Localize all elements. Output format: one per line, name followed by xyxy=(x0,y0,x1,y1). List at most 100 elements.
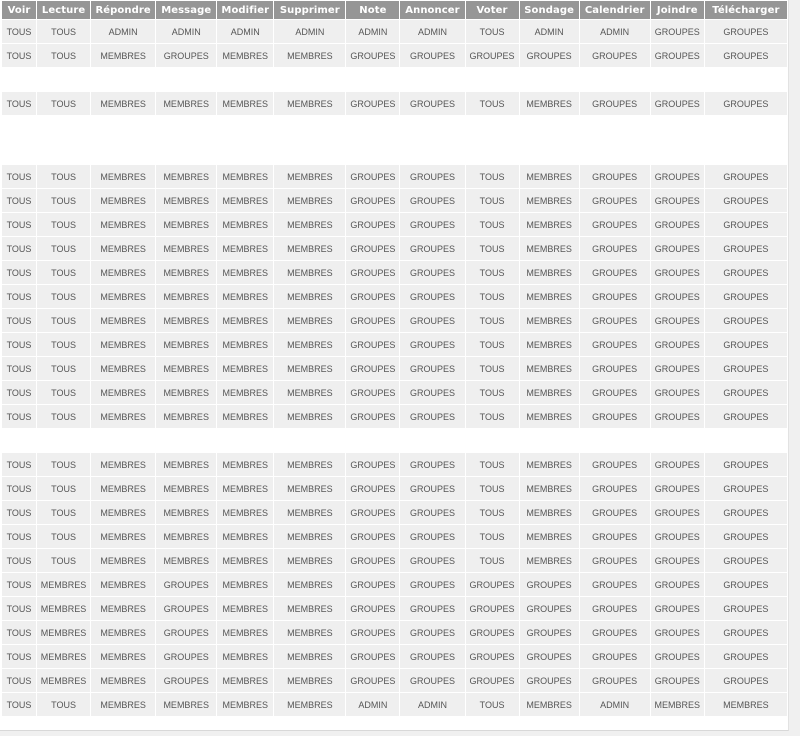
column-header-repondre: Répondre xyxy=(91,1,156,19)
permission-cell: MEMBRES xyxy=(217,189,274,212)
column-header-note: Note xyxy=(346,1,400,19)
table-row: TOUS TOUS MEMBRES MEMBRES MEMBRES MEMBRES GROU… xyxy=(2,357,787,380)
permission-cell: TOUS xyxy=(2,597,37,620)
permission-cell: GROUPES xyxy=(400,645,465,668)
permission-cell: MEMBRES xyxy=(519,549,579,572)
permission-cell: GROUPES xyxy=(346,501,400,524)
permission-cell: MEMBRES xyxy=(156,213,217,236)
spacer-cell xyxy=(400,68,465,91)
permission-cell: GROUPES xyxy=(400,549,465,572)
permission-cell: MEMBRES xyxy=(91,357,156,380)
spacer-cell xyxy=(156,116,217,164)
permission-cell: TOUS xyxy=(2,549,37,572)
permission-cell: MEMBRES xyxy=(217,621,274,644)
table-row: TOUS TOUS MEMBRES GROUPES MEMBRES MEMBRES GROU… xyxy=(2,44,787,67)
permission-cell: MEMBRES xyxy=(156,333,217,356)
permission-cell: MEMBRES xyxy=(217,645,274,668)
permission-cell: GROUPES xyxy=(346,261,400,284)
permission-cell: GROUPES xyxy=(704,405,787,428)
permission-cell: GROUPES xyxy=(650,357,704,380)
permission-cell: MEMBRES xyxy=(91,165,156,188)
permission-cell: GROUPES xyxy=(579,285,650,308)
permission-cell: MEMBRES xyxy=(519,92,579,115)
permission-cell: TOUS xyxy=(465,237,519,260)
permission-cell: ADMIN xyxy=(579,20,650,43)
permission-cell: GROUPES xyxy=(465,44,519,67)
permission-cell: TOUS xyxy=(465,165,519,188)
permission-cell: GROUPES xyxy=(650,669,704,692)
permission-cell: GROUPES xyxy=(704,477,787,500)
spacer-cell xyxy=(465,429,519,452)
permission-cell: GROUPES xyxy=(579,573,650,596)
permission-cell: MEMBRES xyxy=(274,645,346,668)
permission-cell: ADMIN xyxy=(217,20,274,43)
column-header-annoncer: Annoncer xyxy=(400,1,465,19)
permission-cell: TOUS xyxy=(2,261,37,284)
permission-cell: GROUPES xyxy=(519,669,579,692)
spacer-cell xyxy=(400,429,465,452)
permission-cell: MEMBRES xyxy=(274,525,346,548)
permission-cell: ADMIN xyxy=(346,693,400,716)
permission-cell: TOUS xyxy=(2,669,37,692)
permission-cell: GROUPES xyxy=(704,285,787,308)
table-row: TOUS TOUS MEMBRES MEMBRES MEMBRES MEMBRES GROU… xyxy=(2,165,787,188)
permission-cell: ADMIN xyxy=(274,20,346,43)
permission-cell: MEMBRES xyxy=(156,549,217,572)
permission-cell: TOUS xyxy=(2,501,37,524)
permission-cell: TOUS xyxy=(2,405,37,428)
permission-cell: TOUS xyxy=(2,189,37,212)
permission-cell: GROUPES xyxy=(650,237,704,260)
permission-cell: MEMBRES xyxy=(519,405,579,428)
permission-cell: MEMBRES xyxy=(156,165,217,188)
permission-cell: GROUPES xyxy=(156,621,217,644)
permission-cell: MEMBRES xyxy=(91,285,156,308)
permission-cell: GROUPES xyxy=(579,357,650,380)
permission-cell: TOUS xyxy=(465,92,519,115)
permission-cell: MEMBRES xyxy=(274,693,346,716)
permission-cell: GROUPES xyxy=(156,645,217,668)
permission-cell: TOUS xyxy=(2,525,37,548)
permission-cell: GROUPES xyxy=(346,597,400,620)
permission-cell: MEMBRES xyxy=(217,213,274,236)
permission-cell: MEMBRES xyxy=(91,92,156,115)
permissions-panel: Voir Lecture Répondre Message Modifier S… xyxy=(0,0,789,731)
permission-cell: GROUPES xyxy=(346,237,400,260)
permission-cell: GROUPES xyxy=(400,309,465,332)
spacer-cell xyxy=(650,116,704,164)
permission-cell: MEMBRES xyxy=(519,477,579,500)
permission-cell: GROUPES xyxy=(519,621,579,644)
permission-cell: GROUPES xyxy=(579,261,650,284)
spacer-cell xyxy=(579,68,650,91)
permission-cell: GROUPES xyxy=(704,20,787,43)
permission-cell: MEMBRES xyxy=(274,405,346,428)
permission-cell: MEMBRES xyxy=(217,237,274,260)
permission-cell: GROUPES xyxy=(400,525,465,548)
permission-cell: GROUPES xyxy=(650,261,704,284)
permission-cell: MEMBRES xyxy=(274,549,346,572)
permission-cell: MEMBRES xyxy=(156,453,217,476)
permission-cell: MEMBRES xyxy=(217,381,274,404)
permission-cell: MEMBRES xyxy=(91,381,156,404)
permission-cell: MEMBRES xyxy=(156,693,217,716)
table-row: TOUS MEMBRES MEMBRES GROUPES MEMBRES MEMBRES G… xyxy=(2,621,787,644)
permission-cell: GROUPES xyxy=(579,405,650,428)
table-row: TOUS MEMBRES MEMBRES GROUPES MEMBRES MEMBRES G… xyxy=(2,645,787,668)
table-row: TOUS TOUS MEMBRES MEMBRES MEMBRES MEMBRES GROU… xyxy=(2,261,787,284)
permission-cell: MEMBRES xyxy=(274,189,346,212)
permission-cell: MEMBRES xyxy=(650,693,704,716)
permission-cell: GROUPES xyxy=(650,189,704,212)
permission-cell: GROUPES xyxy=(465,597,519,620)
permission-cell: MEMBRES xyxy=(37,621,91,644)
permission-cell: MEMBRES xyxy=(156,189,217,212)
permission-cell: MEMBRES xyxy=(217,405,274,428)
permission-cell: GROUPES xyxy=(346,453,400,476)
permission-cell: MEMBRES xyxy=(274,333,346,356)
permission-cell: GROUPES xyxy=(465,573,519,596)
permission-cell: MEMBRES xyxy=(274,165,346,188)
permission-cell: TOUS xyxy=(2,285,37,308)
table-row: TOUS TOUS MEMBRES MEMBRES MEMBRES MEMBRES GROU… xyxy=(2,189,787,212)
permission-cell: GROUPES xyxy=(400,357,465,380)
permission-cell: GROUPES xyxy=(704,621,787,644)
permission-cell: TOUS xyxy=(465,285,519,308)
permission-cell: MEMBRES xyxy=(519,309,579,332)
